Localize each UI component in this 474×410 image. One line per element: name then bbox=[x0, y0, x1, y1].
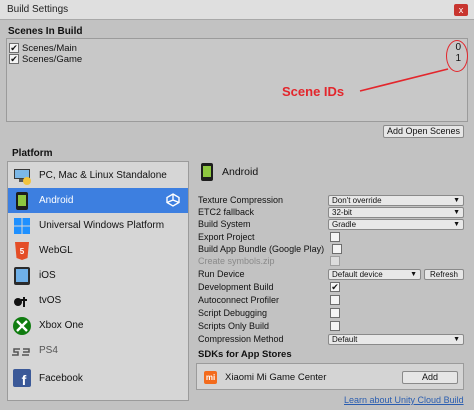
setting-label: Build System bbox=[198, 219, 251, 229]
platform-label: tvOS bbox=[39, 295, 62, 306]
android-icon bbox=[201, 163, 213, 181]
export-project-row: Export Project bbox=[198, 232, 466, 244]
scene-name: Scenes/Main bbox=[22, 42, 77, 54]
setting-label: Script Debugging bbox=[198, 308, 268, 318]
android-icon bbox=[11, 190, 33, 212]
script-debugging-row: Script Debugging bbox=[198, 308, 466, 320]
dropdown-arrow-icon: ▼ bbox=[453, 197, 460, 204]
scenes-in-build-header: Scenes In Build bbox=[8, 26, 83, 37]
title-bar: Build Settings x bbox=[0, 0, 474, 20]
add-sdk-button[interactable]: Add bbox=[402, 371, 458, 384]
setting-label: Texture Compression bbox=[198, 195, 284, 205]
tvos-icon bbox=[11, 290, 33, 312]
platform-item-standalone[interactable]: PC, Mac & Linux Standalone bbox=[8, 163, 188, 188]
scene-row[interactable]: ✔ Scenes/Game 1 bbox=[9, 53, 465, 65]
texture-compression-dropdown[interactable]: Don't override ▼ bbox=[328, 195, 464, 206]
window-title: Build Settings bbox=[7, 4, 69, 15]
setting-label: Scripts Only Build bbox=[198, 321, 270, 331]
platform-item-ps4[interactable]: PS4 bbox=[8, 338, 188, 363]
build-system-row: Build System Gradle ▼ bbox=[198, 219, 466, 231]
annotation-arrow bbox=[359, 68, 449, 92]
build-app-bundle-checkbox[interactable] bbox=[332, 244, 342, 254]
standalone-icon bbox=[11, 165, 33, 187]
run-device-row: Run Device Default device ▼ Refresh bbox=[198, 269, 466, 281]
android-settings-title: Android bbox=[222, 166, 259, 178]
setting-label: Development Build bbox=[198, 282, 274, 292]
export-project-checkbox[interactable] bbox=[330, 232, 340, 242]
android-settings-header: Android bbox=[200, 162, 258, 182]
platform-label: PC, Mac & Linux Standalone bbox=[39, 170, 167, 181]
scene-ids-annotation: Scene IDs bbox=[282, 84, 345, 99]
build-system-dropdown[interactable]: Gradle ▼ bbox=[328, 219, 464, 230]
development-build-checkbox[interactable]: ✔ bbox=[330, 282, 340, 292]
svg-text:5: 5 bbox=[20, 247, 25, 256]
compression-method-row: Compression Method Default ▼ bbox=[198, 334, 466, 346]
autoconnect-profiler-checkbox[interactable] bbox=[330, 295, 340, 305]
unity-logo-icon bbox=[166, 193, 180, 207]
create-symbols-checkbox[interactable] bbox=[330, 256, 340, 266]
svg-text:f: f bbox=[22, 372, 27, 388]
windows-icon bbox=[11, 215, 33, 237]
platform-label: Android bbox=[39, 195, 74, 206]
xbox-icon bbox=[11, 315, 33, 337]
close-button[interactable]: x bbox=[454, 4, 468, 16]
scene-name: Scenes/Game bbox=[22, 53, 83, 65]
etc2-fallback-row: ETC2 fallback 32-bit ▼ bbox=[198, 207, 466, 219]
platform-label: iOS bbox=[39, 270, 56, 281]
dropdown-arrow-icon: ▼ bbox=[410, 271, 417, 278]
html5-icon: 5 bbox=[11, 240, 33, 262]
create-symbols-row: Create symbols.zip bbox=[198, 256, 466, 268]
scripts-only-build-checkbox[interactable] bbox=[330, 321, 340, 331]
scene-checkbox[interactable]: ✔ bbox=[9, 54, 19, 64]
platform-item-uwp[interactable]: Universal Windows Platform bbox=[8, 213, 188, 238]
platform-label: PS4 bbox=[39, 345, 58, 356]
setting-label: Compression Method bbox=[198, 334, 284, 344]
refresh-button[interactable]: Refresh bbox=[424, 269, 464, 280]
sdk-store-row: mi Xiaomi Mi Game Center Add bbox=[196, 363, 464, 390]
facebook-icon: f bbox=[11, 367, 33, 389]
script-debugging-checkbox[interactable] bbox=[330, 308, 340, 318]
platform-item-tvos[interactable]: tvOS bbox=[8, 288, 188, 313]
development-build-row: Development Build ✔ bbox=[198, 282, 466, 294]
dropdown-arrow-icon: ▼ bbox=[453, 221, 460, 228]
platform-label: Facebook bbox=[39, 372, 83, 384]
ios-icon bbox=[11, 265, 33, 287]
unity-cloud-build-link[interactable]: Learn about Unity Cloud Build bbox=[344, 395, 464, 405]
platform-item-ios[interactable]: iOS bbox=[8, 263, 188, 288]
xiaomi-logo-icon: mi bbox=[204, 371, 217, 384]
dropdown-arrow-icon: ▼ bbox=[453, 336, 460, 343]
platform-item-facebook[interactable]: f Facebook bbox=[8, 363, 188, 393]
setting-label: Run Device bbox=[198, 269, 245, 279]
platform-label: Xbox One bbox=[39, 320, 84, 331]
compression-method-dropdown[interactable]: Default ▼ bbox=[328, 334, 464, 345]
platform-header: Platform bbox=[12, 148, 53, 159]
dropdown-arrow-icon: ▼ bbox=[453, 209, 460, 216]
texture-compression-row: Texture Compression Don't override ▼ bbox=[198, 195, 466, 207]
build-app-bundle-row: Build App Bundle (Google Play) bbox=[198, 244, 466, 256]
platform-item-webgl[interactable]: 5 WebGL bbox=[8, 238, 188, 263]
scripts-only-build-row: Scripts Only Build bbox=[198, 321, 466, 333]
ps4-icon bbox=[11, 340, 33, 362]
autoconnect-profiler-row: Autoconnect Profiler bbox=[198, 295, 466, 307]
platform-label: Universal Windows Platform bbox=[39, 220, 165, 231]
scene-checkbox[interactable]: ✔ bbox=[9, 43, 19, 53]
add-open-scenes-button[interactable]: Add Open Scenes bbox=[383, 125, 464, 138]
setting-label: Create symbols.zip bbox=[198, 256, 275, 266]
run-device-dropdown[interactable]: Default device ▼ bbox=[328, 269, 421, 280]
sdk-store-name: Xiaomi Mi Game Center bbox=[225, 372, 327, 383]
platform-list: PC, Mac & Linux Standalone Android Unive… bbox=[7, 161, 189, 401]
platform-item-xbox[interactable]: Xbox One bbox=[8, 313, 188, 338]
platform-item-android[interactable]: Android bbox=[8, 188, 188, 213]
setting-label: Build App Bundle (Google Play) bbox=[198, 244, 325, 254]
etc2-fallback-dropdown[interactable]: 32-bit ▼ bbox=[328, 207, 464, 218]
setting-label: Autoconnect Profiler bbox=[198, 295, 280, 305]
platform-label: WebGL bbox=[39, 245, 73, 256]
setting-label: ETC2 fallback bbox=[198, 207, 255, 217]
sdks-header: SDKs for App Stores bbox=[198, 349, 292, 360]
setting-label: Export Project bbox=[198, 232, 255, 242]
